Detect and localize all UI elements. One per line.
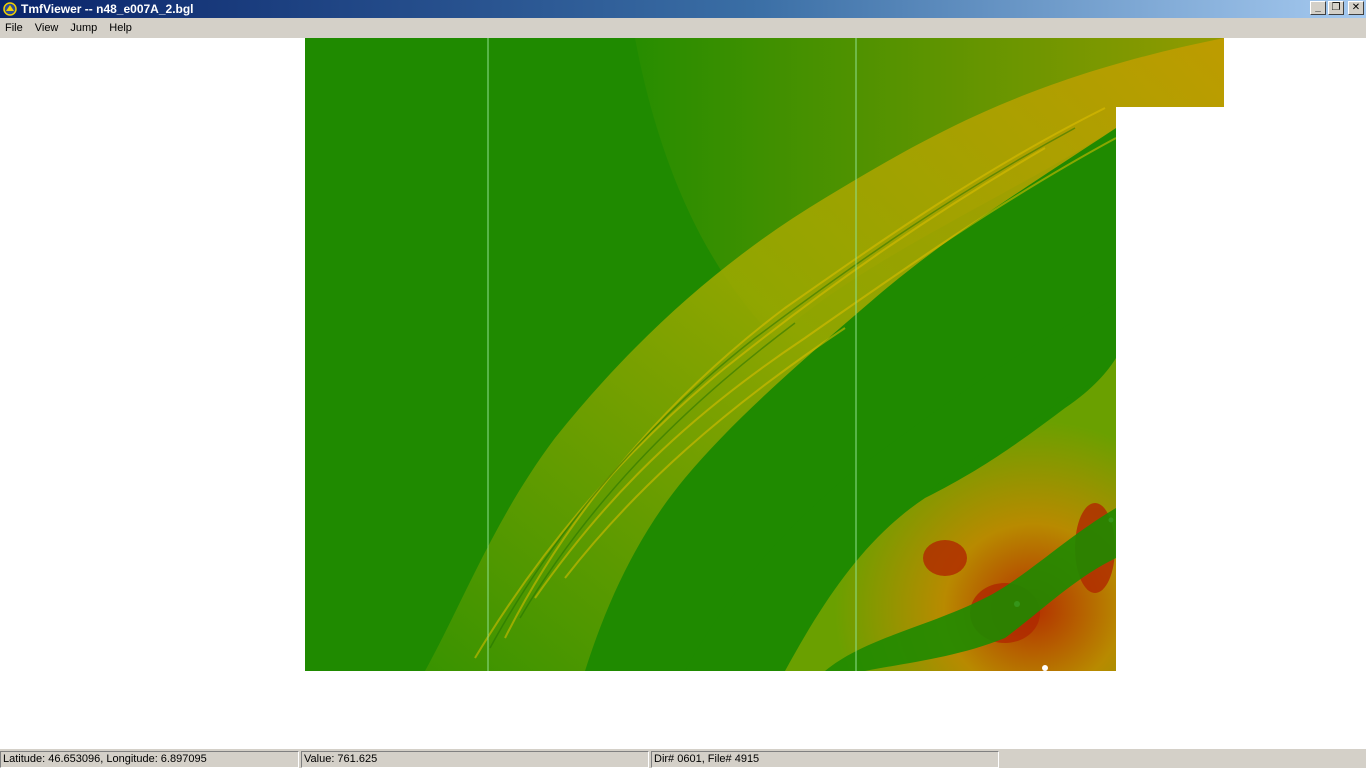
menu-file[interactable]: File bbox=[0, 18, 29, 38]
file-text: Dir# 0601, File# 4915 bbox=[654, 753, 760, 765]
menu-bar: File View Jump Help bbox=[0, 18, 1366, 38]
restore-icon: ❐ bbox=[1331, 2, 1341, 13]
coordinates-text: Latitude: 46.653096, Longitude: 6.897095 bbox=[3, 753, 207, 765]
minimize-button[interactable]: _ bbox=[1310, 1, 1326, 15]
restore-button[interactable]: ❐ bbox=[1328, 1, 1344, 15]
window-controls: _ ❐ ✕ bbox=[1310, 1, 1364, 15]
menu-jump[interactable]: Jump bbox=[64, 18, 103, 38]
menu-view[interactable]: View bbox=[29, 18, 65, 38]
status-bar: Latitude: 46.653096, Longitude: 6.897095… bbox=[0, 748, 1366, 768]
terrain-layers bbox=[305, 38, 1224, 671]
value-text: Value: 761.625 bbox=[304, 753, 378, 765]
title-bar[interactable]: TmfViewer -- n48_e007A_2.bgl _ ❐ ✕ bbox=[0, 0, 1366, 18]
map-canvas[interactable] bbox=[0, 38, 1366, 748]
minimize-icon: _ bbox=[1315, 2, 1321, 13]
menu-help[interactable]: Help bbox=[103, 18, 138, 38]
status-coordinates: Latitude: 46.653096, Longitude: 6.897095 bbox=[0, 751, 299, 768]
close-icon: ✕ bbox=[1351, 2, 1361, 13]
close-button[interactable]: ✕ bbox=[1348, 1, 1364, 15]
terrain-map[interactable] bbox=[305, 38, 1224, 671]
status-file: Dir# 0601, File# 4915 bbox=[651, 751, 999, 768]
status-value: Value: 761.625 bbox=[301, 751, 649, 768]
window-title: TmfViewer -- n48_e007A_2.bgl bbox=[21, 2, 194, 16]
tmfviewer-icon bbox=[2, 1, 18, 17]
